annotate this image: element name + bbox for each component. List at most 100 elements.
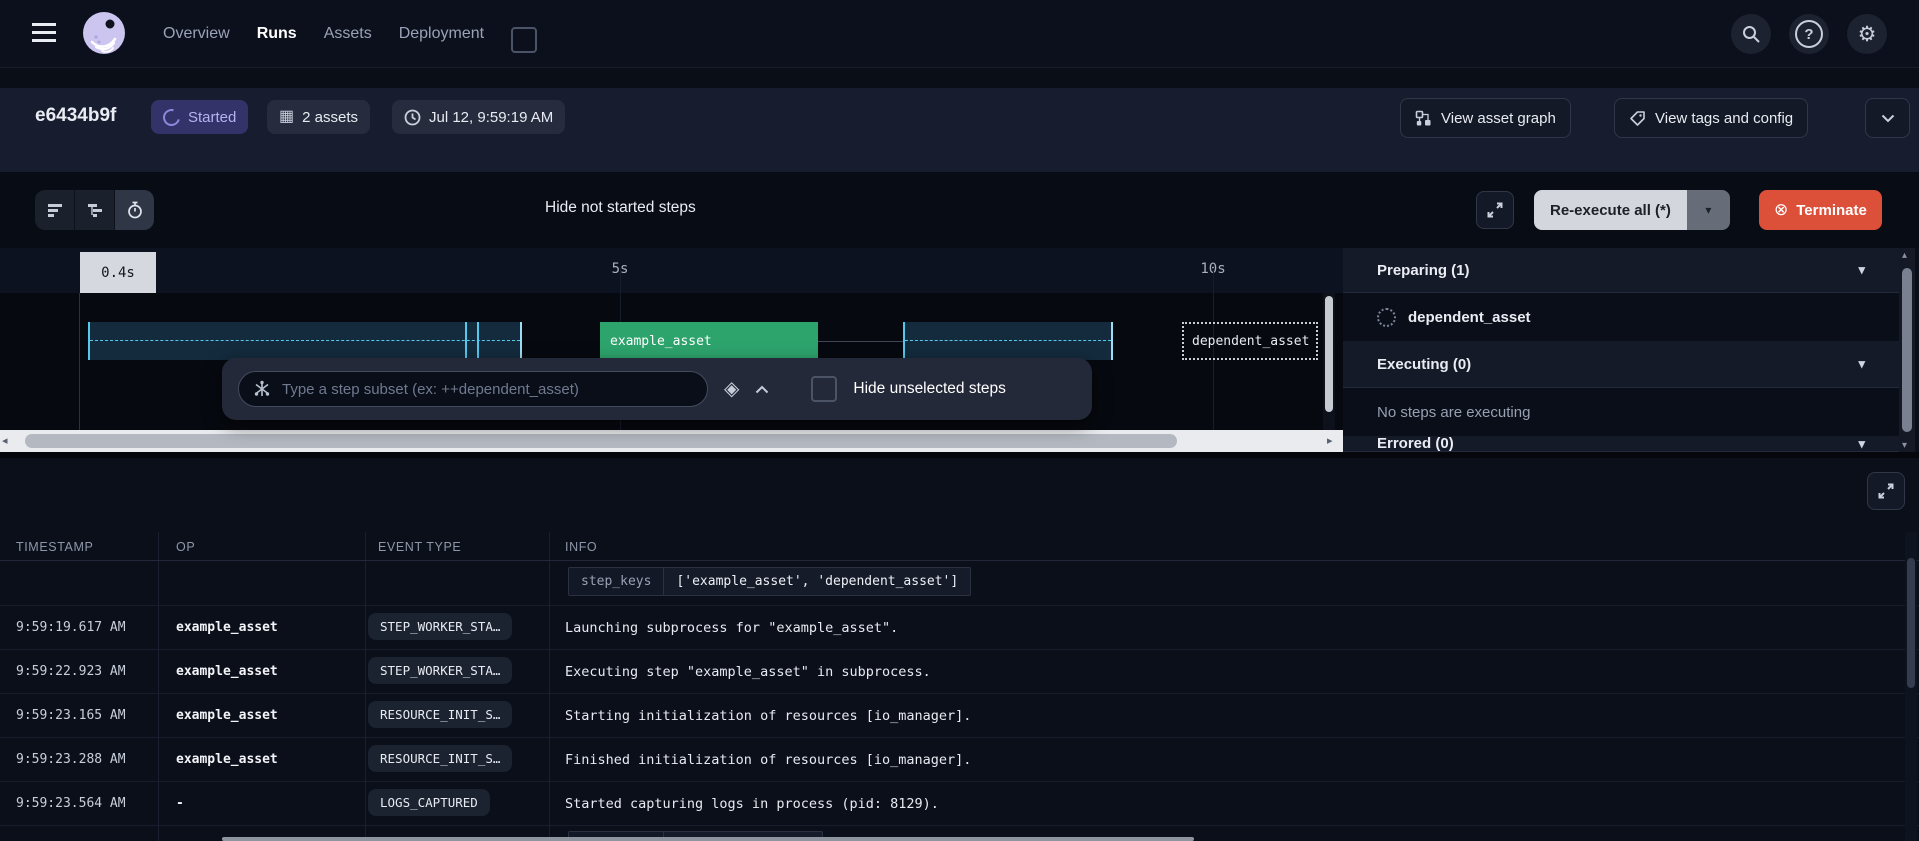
hamburger-menu-icon[interactable] bbox=[32, 23, 56, 42]
view-asset-graph-button[interactable]: View asset graph bbox=[1400, 98, 1571, 138]
chevron-down-icon: ▾ bbox=[1858, 356, 1865, 371]
asset-graph-icon bbox=[1415, 110, 1432, 127]
column-divider bbox=[549, 532, 550, 841]
gantt-bar-example-asset[interactable]: example_asset bbox=[600, 322, 818, 360]
nav-item-deployment[interactable]: Deployment bbox=[399, 25, 484, 43]
terminate-button[interactable]: ⊗ Terminate bbox=[1759, 190, 1882, 230]
view-mode-timed-button[interactable] bbox=[115, 190, 154, 230]
scrollbar-thumb[interactable] bbox=[1907, 558, 1915, 688]
scrollbar-thumb[interactable] bbox=[1325, 296, 1333, 412]
scrollbar-thumb[interactable] bbox=[25, 434, 1177, 448]
view-mode-flat-button[interactable] bbox=[35, 190, 74, 230]
run-header-more-button[interactable] bbox=[1865, 98, 1910, 138]
nav-item-runs[interactable]: Runs bbox=[257, 25, 297, 43]
row-divider bbox=[0, 781, 1919, 782]
gantt-fullscreen-button[interactable] bbox=[1476, 191, 1514, 229]
dagster-logo[interactable] bbox=[82, 11, 126, 55]
events-horizontal-scrollbar-thumb[interactable] bbox=[222, 837, 1194, 841]
event-type-chip: RESOURCE_INIT_S… bbox=[368, 701, 513, 728]
gear-icon: ⚙ bbox=[1857, 22, 1877, 46]
scrollbar-thumb[interactable] bbox=[1902, 268, 1912, 432]
gantt-connector-line bbox=[818, 341, 903, 342]
view-mode-waterfall-button[interactable] bbox=[74, 190, 115, 230]
expand-icon bbox=[1487, 202, 1503, 218]
chevron-down-icon[interactable]: ▾ bbox=[1902, 440, 1907, 451]
panel-scrollbar[interactable]: ▴ ▾ bbox=[1899, 248, 1915, 452]
ruler-position-label: 0.4s bbox=[80, 252, 156, 293]
nav-item-overview[interactable]: Overview bbox=[163, 25, 230, 43]
layers-icon[interactable]: ◈ bbox=[724, 379, 739, 399]
reexecute-all-button[interactable]: Re-execute all (*) bbox=[1534, 190, 1687, 230]
column-header-event-type: EVENT TYPE bbox=[378, 540, 462, 554]
circle-x-icon: ⊗ bbox=[1774, 200, 1789, 219]
chevron-down-icon: ▾ bbox=[1858, 436, 1865, 451]
reexecute-options-button[interactable]: ▾ bbox=[1686, 190, 1730, 230]
hide-not-started-checkbox[interactable] bbox=[511, 27, 537, 53]
run-id: e6434b9f bbox=[35, 105, 117, 126]
gantt-view-mode-group bbox=[35, 190, 154, 230]
top-nav: Overview Runs Assets Deployment ? ⚙ bbox=[0, 0, 1919, 68]
status-badge: Started bbox=[151, 100, 249, 134]
hide-not-started-label[interactable]: Hide not started steps bbox=[545, 199, 696, 217]
gridline-origin bbox=[79, 293, 80, 430]
column-divider bbox=[365, 532, 366, 841]
spinner-icon bbox=[159, 105, 184, 129]
panel-section-preparing[interactable]: Preparing (1) ▾ bbox=[1343, 248, 1899, 293]
panel-section-errored[interactable]: Errored (0) ▾ bbox=[1343, 436, 1899, 452]
grid-icon: ▦ bbox=[279, 108, 295, 125]
panel-empty-executing: No steps are executing bbox=[1343, 388, 1899, 436]
row-divider bbox=[0, 649, 1919, 650]
preparing-spinner-icon bbox=[1377, 307, 1396, 327]
event-type-chip: STEP_WORKER_STA… bbox=[368, 657, 513, 684]
chevron-up-small-icon[interactable]: ▴ bbox=[1902, 250, 1907, 261]
column-header-op: OP bbox=[176, 540, 196, 554]
arrow-left-icon[interactable]: ◂ bbox=[2, 434, 8, 447]
dagster-run-page: Overview Runs Assets Deployment ? ⚙ e643… bbox=[0, 0, 1919, 841]
op-selector-icon bbox=[253, 380, 271, 398]
reexecute-split-button: Re-execute all (*) ▾ bbox=[1534, 190, 1730, 230]
hide-unselected-label[interactable]: Hide unselected steps bbox=[853, 380, 1006, 398]
stopwatch-icon bbox=[126, 201, 144, 219]
events-fullscreen-button[interactable] bbox=[1867, 472, 1905, 510]
gantt-vertical-scrollbar[interactable] bbox=[1323, 293, 1335, 430]
expand-icon bbox=[1878, 483, 1894, 499]
column-divider bbox=[158, 532, 159, 841]
start-time-badge: Jul 12, 9:59:19 AM bbox=[392, 100, 566, 134]
search-button[interactable] bbox=[1731, 14, 1771, 54]
gantt-bar-waiting-2[interactable] bbox=[903, 322, 1113, 360]
search-icon bbox=[1741, 24, 1761, 44]
chevron-down-icon: ▾ bbox=[1705, 203, 1712, 217]
gantt-bar-dependent-asset[interactable]: dependent_asset bbox=[1182, 322, 1318, 360]
gantt-horizontal-scrollbar[interactable]: ◂ ▸ bbox=[0, 430, 1343, 452]
view-tags-config-button[interactable]: View tags and config bbox=[1614, 98, 1809, 138]
gantt-toolbar: Hide not started steps Re-execute all (*… bbox=[0, 27, 1919, 358]
gantt-marker-line bbox=[465, 322, 467, 360]
flat-list-icon bbox=[46, 201, 64, 219]
gantt-bar-waiting-1[interactable] bbox=[88, 322, 522, 360]
chevron-up-icon[interactable] bbox=[755, 385, 769, 394]
hide-unselected-checkbox[interactable] bbox=[811, 376, 838, 402]
events-vertical-scrollbar[interactable] bbox=[1905, 532, 1917, 841]
assets-count-badge[interactable]: ▦ 2 assets bbox=[267, 100, 370, 134]
step-keys-chip: step_keys ['example_asset', 'dependent_a… bbox=[568, 567, 972, 596]
step-subset-input[interactable] bbox=[280, 379, 693, 399]
nav-item-assets[interactable]: Assets bbox=[324, 25, 372, 43]
clock-icon bbox=[404, 109, 421, 126]
row-divider bbox=[0, 825, 1919, 826]
header-divider bbox=[0, 560, 1919, 561]
step-subset-input-wrap bbox=[238, 371, 708, 407]
event-type-chip: LOGS_CAPTURED bbox=[368, 789, 490, 816]
column-header-timestamp: TIMESTAMP bbox=[16, 540, 94, 554]
gantt-time-ruler: 0.4s 5s 10s bbox=[0, 248, 1343, 294]
help-button[interactable]: ? bbox=[1789, 14, 1829, 54]
tag-icon bbox=[1629, 110, 1646, 127]
panel-section-executing[interactable]: Executing (0) ▾ bbox=[1343, 341, 1899, 388]
event-type-chip: STEP_WORKER_STA… bbox=[368, 613, 513, 640]
help-icon: ? bbox=[1795, 20, 1823, 48]
settings-button[interactable]: ⚙ bbox=[1847, 14, 1887, 54]
panel-item-dependent-asset[interactable]: dependent_asset bbox=[1343, 293, 1899, 341]
waterfall-icon bbox=[86, 201, 104, 219]
arrow-right-icon[interactable]: ▸ bbox=[1327, 434, 1333, 447]
chevron-down-icon: ▾ bbox=[1858, 262, 1865, 277]
run-header: e6434b9f Started ▦ 2 assets Jul 12, 9:59… bbox=[0, 88, 1919, 173]
